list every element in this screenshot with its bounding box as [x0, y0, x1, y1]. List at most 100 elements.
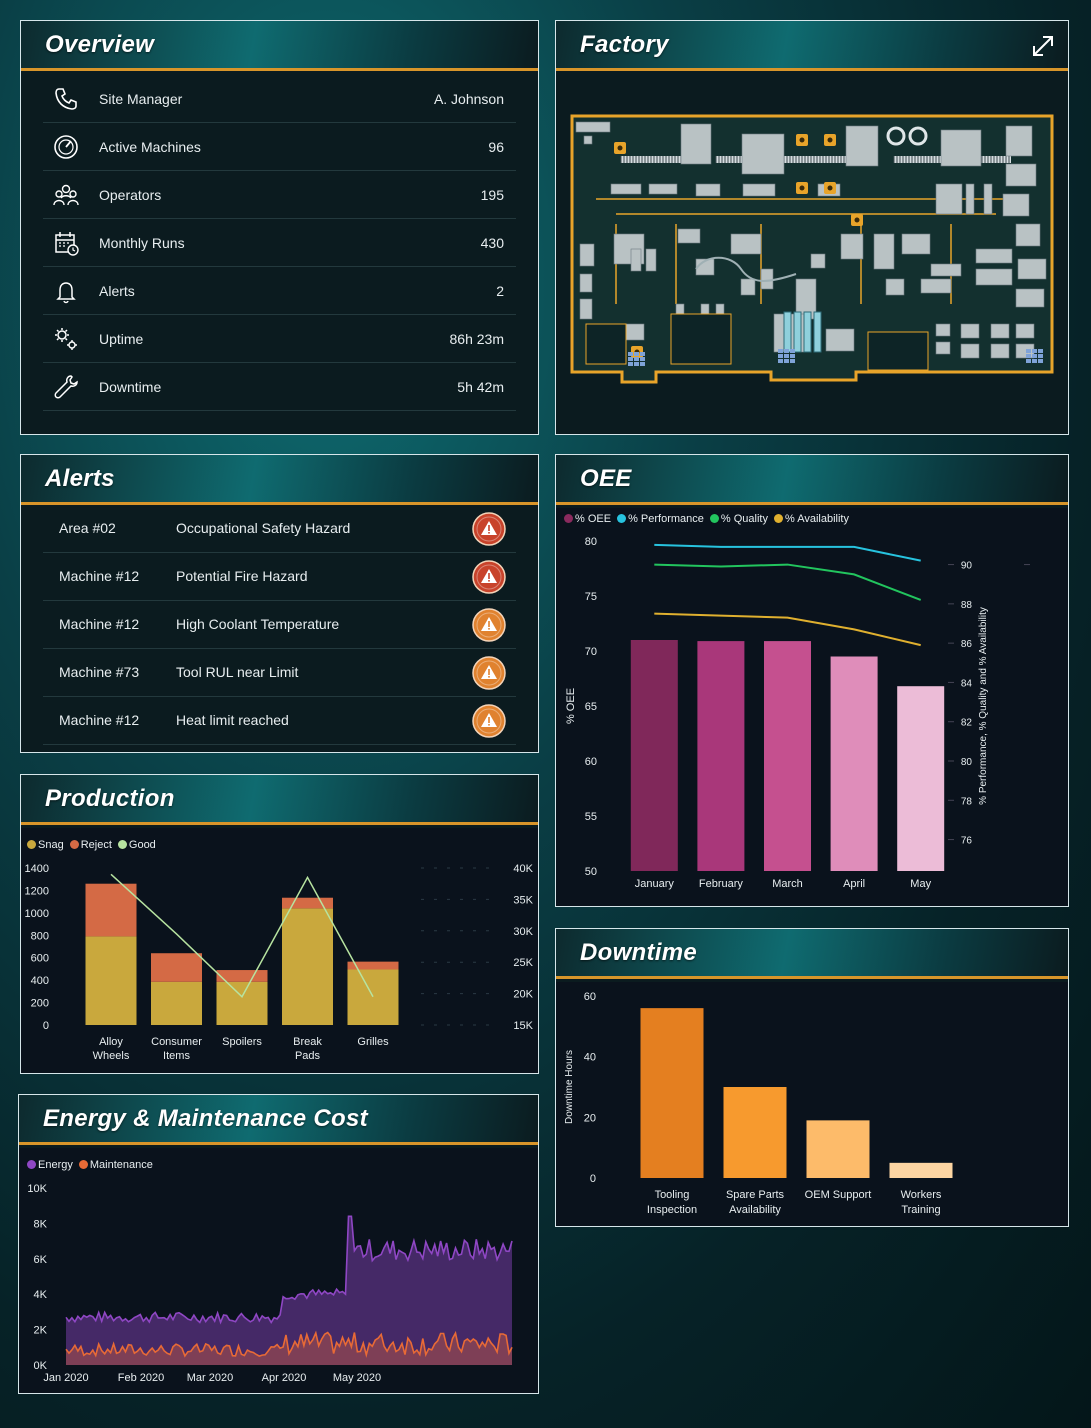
x-tick-label: Spoilers — [222, 1036, 262, 1048]
panel-cell — [640, 362, 645, 366]
warning-icon[interactable] — [472, 512, 506, 546]
panel-cell — [1026, 349, 1031, 353]
bar-snag — [347, 969, 399, 1025]
chart-legend: Energy Maintenance — [27, 1159, 155, 1171]
oee-header: OEE — [556, 455, 1068, 505]
warning-icon[interactable] — [472, 560, 506, 594]
chart-legend: Snag Reject Good — [27, 839, 158, 851]
overview-label: Operators — [99, 186, 162, 203]
legend-item[interactable]: Energy — [27, 1159, 73, 1171]
warning-icon[interactable] — [472, 656, 506, 690]
machine — [1017, 258, 1047, 280]
overview-row: Operators 195 — [43, 171, 516, 219]
machine — [930, 263, 962, 277]
overview-row: Downtime 5h 42m — [43, 363, 516, 411]
panel-cell — [784, 354, 789, 358]
legend-label: % OEE — [575, 513, 612, 525]
alert-row[interactable]: Machine #12 Potential Fire Hazard — [43, 553, 516, 601]
panel-title: Production — [45, 785, 175, 812]
y-tick-label: 0 — [590, 1173, 596, 1185]
factory-panel: Factory — [555, 20, 1069, 435]
machine — [885, 278, 905, 296]
machine — [630, 248, 642, 272]
series-line — [654, 543, 921, 562]
panel-cell — [778, 359, 783, 363]
y2-tick-label: 80 — [961, 757, 973, 768]
alert-source: Area #02 — [59, 520, 116, 536]
y2-tick-label: 25K — [513, 957, 533, 969]
overview-label: Alerts — [99, 282, 135, 299]
y2-axis-label: % Performance, % Quality and % Availabil… — [978, 607, 989, 805]
alert-message: Occupational Safety Hazard — [176, 520, 351, 536]
machine — [730, 233, 762, 255]
users-icon — [51, 180, 81, 210]
machine — [741, 133, 785, 175]
panel-cell — [634, 357, 639, 361]
room — [670, 313, 732, 365]
bar — [806, 1120, 870, 1178]
machine — [825, 328, 855, 352]
robot-joint — [617, 145, 623, 151]
legend-label: Snag — [38, 839, 64, 851]
tank — [813, 311, 822, 353]
energy-header: Energy & Maintenance Cost — [19, 1095, 538, 1145]
warning-icon[interactable] — [472, 704, 506, 738]
panel-cell — [1026, 359, 1031, 363]
x-tick-label: Consumer — [151, 1036, 202, 1048]
warning-icon[interactable] — [472, 608, 506, 642]
x-tick-label: Inspection — [647, 1204, 697, 1216]
legend-swatch — [27, 1160, 36, 1169]
machine — [990, 323, 1010, 339]
machine — [579, 298, 593, 320]
legend-item[interactable]: % Performance — [617, 513, 704, 525]
x-tick-label: Workers — [901, 1189, 942, 1201]
room — [867, 331, 929, 371]
x-tick-label: April — [843, 878, 865, 890]
panel-cell — [640, 357, 645, 361]
overview-value: 195 — [480, 186, 504, 203]
alert-message: Tool RUL near Limit — [176, 664, 299, 680]
downtime-chart: 0 20 40 60 Downtime Hours Tooling Inspection Sp… — [564, 991, 953, 1216]
downtime-panel: Downtime 0 20 40 60 Downtime Hours Tooling Ins… — [555, 928, 1069, 1227]
panel-cell — [628, 362, 633, 366]
legend-label: Reject — [80, 839, 112, 851]
legend-item[interactable]: Good — [117, 839, 156, 851]
y2-tick-label: 78 — [961, 796, 973, 807]
legend-item[interactable]: Reject — [69, 839, 112, 851]
legend-item[interactable]: Maintenance — [78, 1159, 153, 1171]
factory-floor-map[interactable] — [556, 74, 1068, 434]
panel-title: Alerts — [45, 465, 115, 492]
bar — [723, 1087, 787, 1178]
panel-title: Overview — [45, 31, 155, 58]
y-tick-label: 80 — [585, 536, 597, 548]
bar-snag — [216, 981, 268, 1025]
y-tick-label: 8K — [34, 1218, 48, 1230]
alert-row[interactable]: Area #02 Occupational Safety Hazard — [43, 505, 516, 553]
gears-icon — [51, 324, 81, 354]
y-tick-label: 4K — [34, 1289, 48, 1301]
alert-row[interactable]: Machine #73 Tool RUL near Limit — [43, 649, 516, 697]
y-tick-label: 70 — [585, 646, 597, 658]
alert-source: Machine #12 — [59, 616, 140, 632]
production-chart: 0 200 400 600 800 1000 1200 1400 15K 20K 25K 30K 35K… — [25, 863, 534, 1062]
production-header: Production — [21, 775, 538, 825]
room — [585, 323, 627, 365]
panel-cell — [778, 354, 783, 358]
machine — [901, 233, 931, 255]
legend-item[interactable]: % Availability — [773, 513, 849, 525]
expand-icon[interactable] — [1030, 33, 1056, 59]
machine — [645, 248, 657, 272]
panel-cell — [790, 359, 795, 363]
legend-swatch — [709, 514, 719, 523]
alert-row[interactable]: Machine #12 Heat limit reached — [43, 697, 516, 745]
machine — [983, 183, 993, 215]
legend-item[interactable]: % OEE — [564, 513, 611, 525]
overview-label: Monthly Runs — [99, 234, 185, 251]
y-axis-label: Downtime Hours — [564, 1050, 575, 1124]
legend-label: Energy — [38, 1159, 73, 1171]
machine — [960, 343, 980, 359]
y-tick-label: 6K — [34, 1254, 48, 1266]
legend-item[interactable]: % Quality — [709, 513, 768, 525]
alert-row[interactable]: Machine #12 High Coolant Temperature — [43, 601, 516, 649]
legend-item[interactable]: Snag — [27, 839, 64, 851]
